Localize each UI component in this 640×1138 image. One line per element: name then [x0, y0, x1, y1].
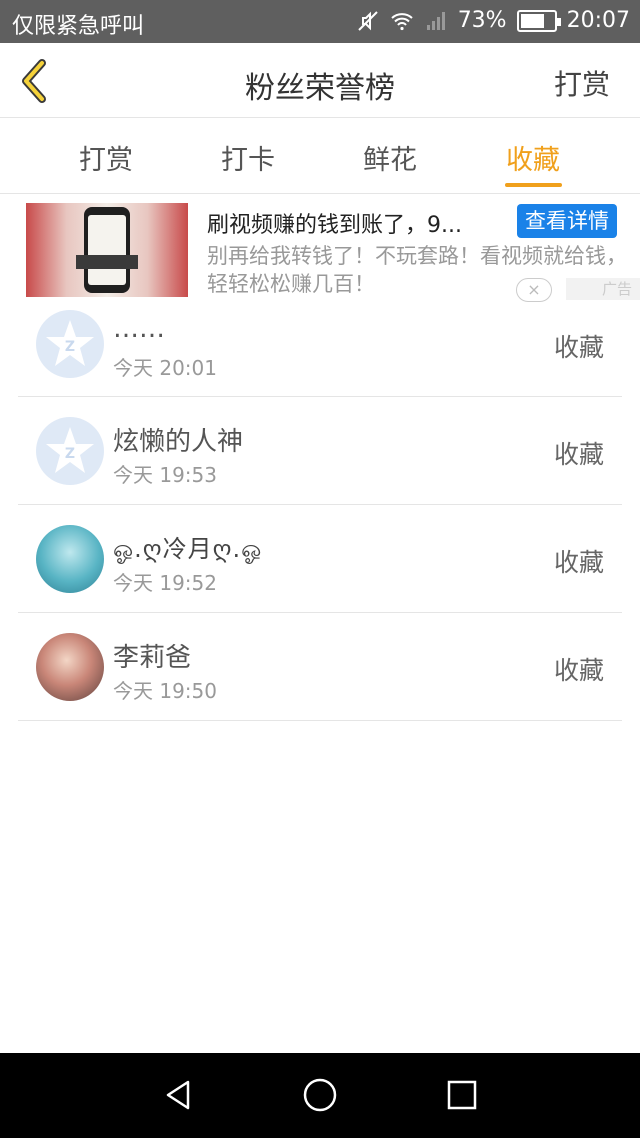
list-item[interactable]: ஓ.ღ冷月ღ.ஓ 今天 19:52 收藏 [18, 505, 622, 613]
default-avatar-icon[interactable]: Z [36, 417, 104, 485]
photo-avatar[interactable] [36, 633, 104, 701]
carrier-text: 仅限紧急呼叫 [12, 14, 145, 39]
fan-list: Z …… 今天 20:01 收藏 Z 炫懒的人神 今天 19:53 收藏 ஓ.ღ… [18, 290, 622, 721]
fan-action: 收藏 [553, 656, 604, 685]
battery-icon [516, 9, 561, 32]
ad-title[interactable]: 刷视频赚的钱到账了，9... [207, 207, 512, 239]
svg-text:Z: Z [65, 446, 75, 462]
wifi-icon [391, 12, 413, 30]
ad-banner[interactable]: 刷视频赚的钱到账了，9... 查看详情 别再给我转钱了！不玩套路！看视频就给钱，… [0, 194, 640, 304]
phone-image [84, 207, 130, 293]
mute-icon [357, 10, 378, 31]
reward-button[interactable]: 打赏 [554, 63, 610, 103]
tab-active-indicator [505, 183, 562, 187]
ad-thumbnail[interactable] [26, 203, 188, 297]
anime-avatar[interactable] [36, 525, 104, 593]
recent-apps-icon[interactable] [444, 1077, 480, 1113]
status-icons: 73% 20:07 [356, 8, 630, 33]
list-item[interactable]: 李莉爸 今天 19:50 收藏 [18, 613, 622, 721]
system-nav-bar [0, 1053, 640, 1138]
list-item[interactable]: Z …… 今天 20:01 收藏 [18, 290, 622, 397]
fan-time: 今天 19:53 [113, 463, 217, 487]
battery-fill [520, 13, 544, 28]
back-triangle-icon[interactable] [160, 1077, 196, 1113]
battery-percent: 73% [457, 8, 507, 33]
list-item[interactable]: Z 炫懒的人神 今天 19:53 收藏 [18, 397, 622, 505]
fan-time: 今天 19:50 [113, 679, 217, 703]
fan-name: …… [113, 314, 165, 344]
tab-favorites[interactable]: 收藏 [473, 138, 593, 177]
phone-image-tag [76, 255, 138, 269]
fan-name: 炫懒的人神 [113, 427, 244, 457]
tab-checkin[interactable]: 打卡 [188, 138, 308, 177]
page-title: 粉丝荣誉榜 [245, 71, 395, 106]
fan-name: 李莉爸 [113, 643, 192, 673]
fan-name: ஓ.ღ冷月ღ.ஓ [113, 535, 263, 563]
home-circle-icon[interactable] [302, 1077, 338, 1113]
fan-time: 今天 19:52 [113, 571, 217, 595]
fan-action: 收藏 [553, 440, 604, 469]
clock: 20:07 [566, 8, 630, 33]
signal-icon [426, 11, 445, 30]
nav-bar: 粉丝荣誉榜 打赏 [0, 43, 640, 118]
fan-action: 收藏 [553, 548, 604, 577]
svg-text:Z: Z [65, 339, 75, 355]
fan-time: 今天 20:01 [113, 356, 217, 380]
tab-reward[interactable]: 打赏 [46, 138, 166, 177]
fan-action: 收藏 [553, 333, 604, 362]
default-avatar-icon[interactable]: Z [36, 310, 104, 378]
tab-flowers[interactable]: 鲜花 [330, 138, 450, 177]
tab-bar: 打赏 打卡 鲜花 收藏 [0, 118, 640, 194]
ad-details-button[interactable]: 查看详情 [517, 204, 617, 238]
status-bar: 仅限紧急呼叫 73% 20:07 [0, 0, 640, 43]
